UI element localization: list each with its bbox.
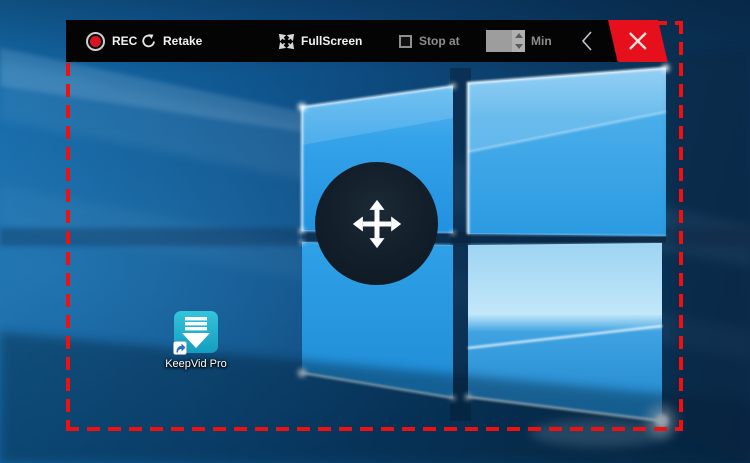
fullscreen-label: FullScreen (301, 34, 363, 48)
move-handle[interactable] (315, 162, 438, 285)
close-button[interactable] (608, 20, 668, 62)
retake-icon (142, 33, 155, 47)
fullscreen-button[interactable]: FullScreen (279, 20, 362, 62)
desktop-icon-keepvid-pro[interactable]: KeepVid Pro (165, 310, 227, 370)
min-label: Min (531, 34, 552, 48)
fullscreen-icon (279, 33, 294, 49)
spinner-down-icon[interactable] (512, 41, 525, 52)
rec-button[interactable]: REC (86, 20, 137, 62)
close-icon (628, 32, 647, 50)
collapse-button[interactable] (570, 20, 604, 62)
retake-button[interactable]: Retake (141, 20, 202, 62)
keepvid-pro-icon (173, 311, 218, 355)
region-border-left[interactable] (66, 21, 70, 431)
record-icon (86, 31, 105, 51)
region-border-right[interactable] (679, 21, 683, 431)
checkbox-icon (399, 34, 412, 48)
desktop-icon-label: KeepVid Pro (165, 358, 227, 370)
shortcut-arrow-badge (173, 341, 187, 355)
recorder-toolbar: REC Retake FullScreen Stop at Min (66, 20, 672, 62)
move-arrows-icon (352, 199, 401, 248)
minutes-spinner[interactable] (486, 30, 525, 52)
stop-at-checkbox[interactable]: Stop at (399, 20, 460, 62)
spinner-up-icon[interactable] (512, 30, 525, 41)
rec-label: REC (112, 34, 138, 48)
stop-at-label: Stop at (419, 34, 460, 48)
spinner-buttons (512, 30, 525, 52)
chevron-left-icon (581, 31, 592, 51)
minutes-input[interactable] (486, 30, 512, 52)
screen-recorder-overlay: KeepVid Pro REC Retake FullScreen Stop a… (0, 0, 750, 463)
retake-label: Retake (163, 34, 203, 48)
region-border-bottom[interactable] (66, 427, 683, 431)
